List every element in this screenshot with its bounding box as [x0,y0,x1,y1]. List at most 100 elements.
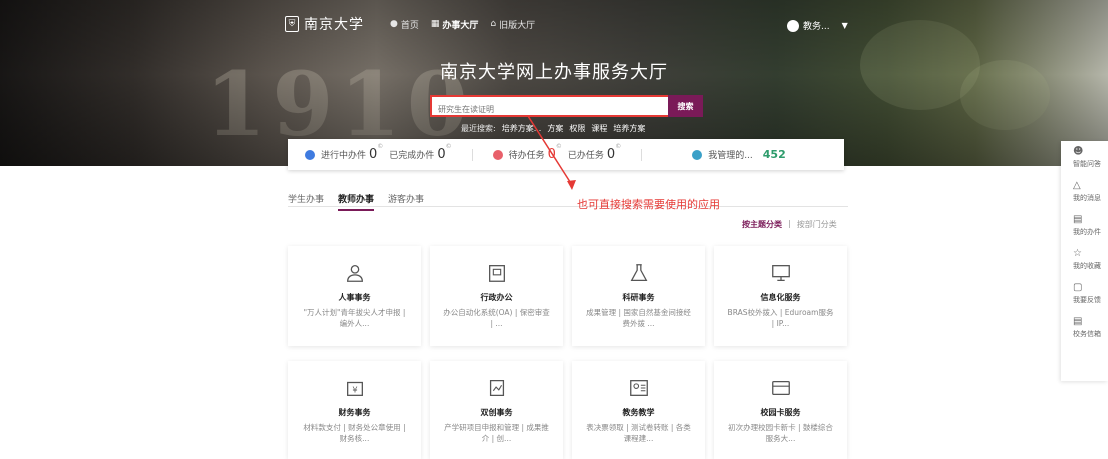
card-title: 信息化服务 [760,293,801,302]
stat-value: 0 © [547,143,562,162]
building-icon: ⌂ [490,19,497,29]
feedback-icon: ▢ [1073,282,1083,293]
service-card-research[interactable]: 科研事务 成果管理 | 国家自然基金间接经费外拨 ... [572,246,705,346]
flask-icon [630,264,647,281]
doc2-icon: ▤ [1073,316,1083,327]
svg-text:¥: ¥ [352,385,357,395]
recent-search-item[interactable]: 培养方案 [613,123,645,134]
card-desc: 成果管理 | 国家自然基金间接经费外拨 ... [586,308,691,328]
user-menu[interactable]: 教务... ▼ [787,19,848,32]
service-card-admin[interactable]: 行政办公 办公自动化系统(OA) | 保密审查 | ... [430,246,563,346]
nav-home[interactable]: ● 首页 [390,18,419,31]
recent-label: 最近搜索: [461,124,496,133]
card-desc: BRAS校外拨入 | Eduroam服务 | IP... [727,308,834,328]
rightbar-label: 我的办件 [1073,228,1101,236]
recent-search-item[interactable]: 培养方案... [502,123,542,134]
service-card-innovation[interactable]: 双创事务 产学研项目申报和管理 | 成果推介 | 创... [430,361,563,459]
divider [471,148,473,161]
rightbar-favorites[interactable]: ☆ 我的收藏 [1061,243,1108,277]
stats-bar: 进行中办件 0 © 已完成办件 0 © 待办任务 0 © 已办任务 0 © 我管理的..… [288,139,844,170]
recent-search-item[interactable]: 权限 [569,123,585,134]
card-title: 科研事务 [622,293,655,302]
search-input[interactable] [432,100,681,119]
card-desc: 材料款支付 | 财务处公章使用 | 财务核... [303,423,406,443]
recent-search-item[interactable]: 课程 [591,123,607,134]
stat-label: 待办任务 [508,151,545,161]
service-card-campus-card[interactable]: 校园卡服务 初次办理校园卡新卡 | 鼓楼综合服务大... [714,361,847,459]
stat-label: 已完成办件 [389,151,435,161]
card-desc: "万人计划"青年拔尖人才申报 | 编外人... [303,308,406,328]
home-icon: ● [390,19,398,29]
service-card-finance[interactable]: ¥ 财务事务 材料款支付 | 财务处公章使用 | 财务核... [288,361,421,459]
nav-home-label: 首页 [400,20,419,31]
stat-value: 0 © [437,143,452,162]
nav-service-hall-label: 办事大厅 [442,20,479,31]
rightbar-mailbox[interactable]: ▤ 校务信箱 [1061,311,1108,345]
tab-underline [288,206,848,207]
stat-value: 0 © [369,143,384,162]
nav-old-hall[interactable]: ⌂ 旧版大厅 [490,18,535,31]
card-desc: 初次办理校园卡新卡 | 鼓楼综合服务大... [728,423,833,443]
page: 1910 ⛨ 南京大学 ● 首页 ▦ 办事大厅 ⌂ 旧版大厅 教务... ▼ [0,0,1108,459]
card-title: 财务事务 [338,408,371,417]
card-icon [771,380,790,396]
classify-separator: | [788,219,791,228]
rightbar-label: 我的消息 [1073,194,1101,202]
card-title: 校园卡服务 [760,408,801,417]
classify-by-dept[interactable]: 按部门分类 [797,219,837,230]
annotation-text: 也可直接搜索需要使用的应用 [577,198,720,211]
rightbar-label: 校务信箱 [1073,330,1101,338]
stat-done[interactable]: 已办任务 0 © [567,143,622,162]
classify-by-theme[interactable]: 按主题分类 [742,219,782,230]
page-title: 南京大学网上办事服务大厅 [440,62,668,83]
hall-icon: ▦ [430,19,440,29]
rightbar-label: 我的收藏 [1073,262,1101,270]
innovation-icon [489,380,504,396]
tab-teacher[interactable]: 教师办事 [338,192,375,211]
rightbar-smart-qa[interactable]: ☻ 智能问答 [1061,141,1108,175]
right-float-toolbar: ☻ 智能问答 △ 我的消息 ▤ 我的办件 ☆ 我的收藏 ▢ 我要反馈 ▤ 校务信… [1061,141,1108,381]
tab-visitor[interactable]: 游客办事 [388,192,424,211]
search-button[interactable]: 搜索 [668,95,703,117]
monitor-icon [771,265,790,281]
bot-icon: ☻ [1073,146,1084,157]
rightbar-messages[interactable]: △ 我的消息 [1061,175,1108,209]
role-tabs: 学生办事 教师办事 游客办事 [288,192,438,211]
stat-completed[interactable]: 已完成办件 0 © [389,143,452,162]
stat-label: 进行中办件 [321,151,367,161]
nav-service-hall[interactable]: ▦ 办事大厅 [431,18,479,31]
rightbar-my-cases[interactable]: ▤ 我的办件 [1061,209,1108,243]
service-card-teaching[interactable]: 教务教学 表决票领取 | 测试卷转账 | 各类课程建... [572,361,705,459]
card-desc: 办公自动化系统(OA) | 保密审查 | ... [443,308,550,328]
card-desc: 表决票领取 | 测试卷转账 | 各类课程建... [586,423,691,443]
service-card-hr[interactable]: 人事事务 "万人计划"青年拔尖人才申报 | 编外人... [288,246,421,346]
tab-student[interactable]: 学生办事 [288,192,324,211]
in-progress-icon [305,149,315,160]
stat-value: 452 [762,148,786,161]
card-desc: 产学研项目申报和管理 | 成果推介 | 创... [444,423,549,443]
user-name: 教务... [803,22,830,32]
finance-icon: ¥ [346,381,363,396]
stat-label: 已办任务 [567,151,604,161]
stat-managed[interactable]: 我管理的... 452 [692,148,786,161]
managed-icon [692,149,703,160]
star-icon: ☆ [1073,248,1082,259]
divider [641,148,643,161]
recent-search-item[interactable]: 方案 [547,123,563,134]
card-title: 行政办公 [480,293,513,302]
rightbar-feedback[interactable]: ▢ 我要反馈 [1061,277,1108,311]
stat-pending[interactable]: 待办任务 0 © [492,143,562,162]
avatar [787,19,799,32]
card-title: 教务教学 [622,408,655,417]
service-card-it[interactable]: 信息化服务 BRAS校外拨入 | Eduroam服务 | IP... [714,246,847,346]
card-title: 人事事务 [338,293,371,302]
logo-text: 南京大学 [304,17,364,33]
stat-label: 我管理的... [708,151,753,161]
stat-in-progress[interactable]: 进行中办件 0 © [305,143,384,162]
stat-value: 0 © [606,143,622,162]
logo-emblem-icon: ⛨ [285,16,299,32]
card-title: 双创事务 [480,408,513,417]
university-logo[interactable]: ⛨ 南京大学 [285,14,364,34]
rightbar-label: 我要反馈 [1073,296,1101,304]
chevron-down-icon: ▼ [841,21,848,30]
